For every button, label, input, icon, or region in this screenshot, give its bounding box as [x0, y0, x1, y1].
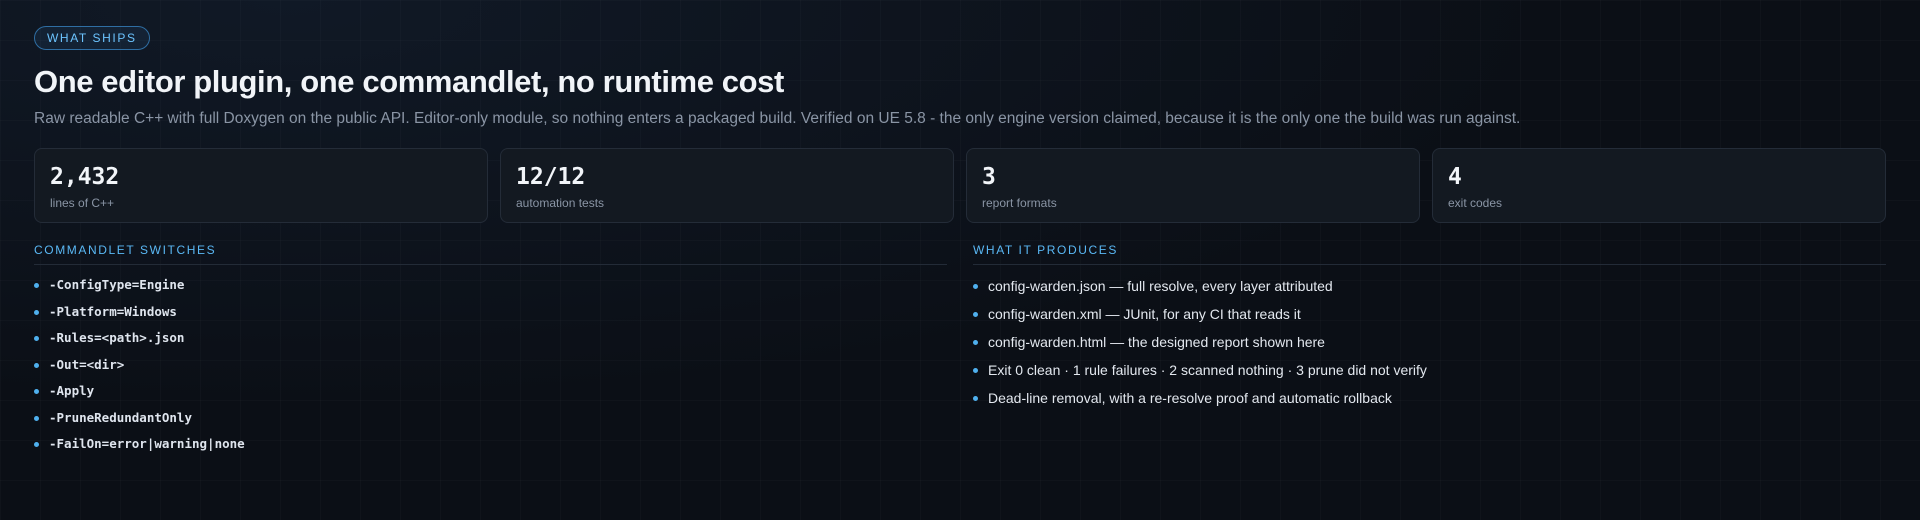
stat-card-lines: 2,432 lines of C++	[34, 148, 488, 223]
list-item-text: config-warden.html — the designed report…	[988, 334, 1325, 350]
bullet-icon	[34, 389, 39, 394]
bullet-icon	[34, 309, 39, 315]
feature-columns: COMMANDLET SWITCHES -ConfigType=Engine -…	[34, 243, 1886, 461]
list-item: config-warden.html — the designed report…	[973, 332, 1886, 360]
stat-label: exit codes	[1448, 196, 1503, 210]
stat-value: 12/12	[516, 164, 586, 190]
stat-card-exit-codes: 4 exit codes	[1432, 148, 1886, 223]
list-item-text: -ConfigType=Engine	[49, 277, 185, 292]
produces-section: WHAT IT PRODUCES config-warden.json — fu…	[973, 243, 1886, 461]
list-item-text: -Apply	[49, 383, 95, 398]
list-item-text: -FailOn=error|warning|none	[49, 436, 245, 451]
list-item: -Out=<dir>	[34, 355, 947, 382]
bullet-icon	[973, 284, 978, 289]
list-item-text: Dead-line removal, with a re-resolve pro…	[988, 390, 1392, 406]
list-item-text: Exit 0 clean · 1 rule failures · 2 scann…	[988, 362, 1427, 378]
switches-list: -ConfigType=Engine -Platform=Windows -Ru…	[34, 275, 947, 461]
bullet-icon	[34, 336, 39, 341]
list-item: -ConfigType=Engine	[34, 275, 947, 302]
list-item-text: config-warden.json — full resolve, every…	[988, 278, 1333, 294]
list-item: config-warden.xml — JUnit, for any CI th…	[973, 304, 1886, 332]
bullet-icon	[973, 396, 978, 401]
bullet-icon	[973, 312, 978, 317]
list-item-text: config-warden.xml — JUnit, for any CI th…	[988, 306, 1301, 322]
stat-label: lines of C++	[50, 196, 115, 210]
list-item: Exit 0 clean · 1 rule failures · 2 scann…	[973, 360, 1886, 388]
page-title: One editor plugin, one commandlet, no ru…	[34, 64, 784, 99]
stat-value: 2,432	[50, 164, 120, 190]
section-heading: COMMANDLET SWITCHES	[34, 243, 947, 265]
list-item: -Platform=Windows	[34, 302, 947, 329]
page-content: WHAT SHIPS One editor plugin, one comman…	[34, 26, 1886, 461]
stats-row: 2,432 lines of C++ 12/12 automation test…	[34, 148, 1886, 223]
list-item: Dead-line removal, with a re-resolve pro…	[973, 388, 1886, 416]
list-item-text: -PruneRedundantOnly	[49, 409, 192, 425]
page-subtitle: Raw readable C++ with full Doxygen on th…	[34, 110, 1521, 127]
list-item: config-warden.json — full resolve, every…	[973, 276, 1886, 304]
stat-label: automation tests	[516, 196, 605, 210]
list-item-text: -Out=<dir>	[49, 356, 125, 372]
bullet-icon	[34, 415, 39, 421]
list-item-text: -Platform=Windows	[49, 303, 177, 319]
list-item: -Rules=<path>.json	[34, 328, 947, 355]
bullet-icon	[34, 442, 39, 447]
produces-list: config-warden.json — full resolve, every…	[973, 276, 1886, 416]
stat-card-tests: 12/12 automation tests	[500, 148, 954, 223]
stat-card-formats: 3 report formats	[966, 148, 1420, 223]
stat-value: 3	[982, 164, 996, 190]
bullet-icon	[973, 368, 978, 373]
section-heading: WHAT IT PRODUCES	[973, 243, 1886, 265]
stat-value: 4	[1448, 164, 1462, 190]
list-item: -PruneRedundantOnly	[34, 408, 947, 435]
bullet-icon	[973, 340, 978, 345]
bullet-icon	[34, 283, 39, 288]
bullet-icon	[34, 362, 39, 368]
switches-section: COMMANDLET SWITCHES -ConfigType=Engine -…	[34, 243, 947, 461]
list-item-text: -Rules=<path>.json	[49, 330, 185, 345]
list-item: -Apply	[34, 381, 947, 408]
list-item: -FailOn=error|warning|none	[34, 434, 947, 461]
section-badge: WHAT SHIPS	[34, 26, 150, 50]
stat-label: report formats	[982, 196, 1057, 210]
